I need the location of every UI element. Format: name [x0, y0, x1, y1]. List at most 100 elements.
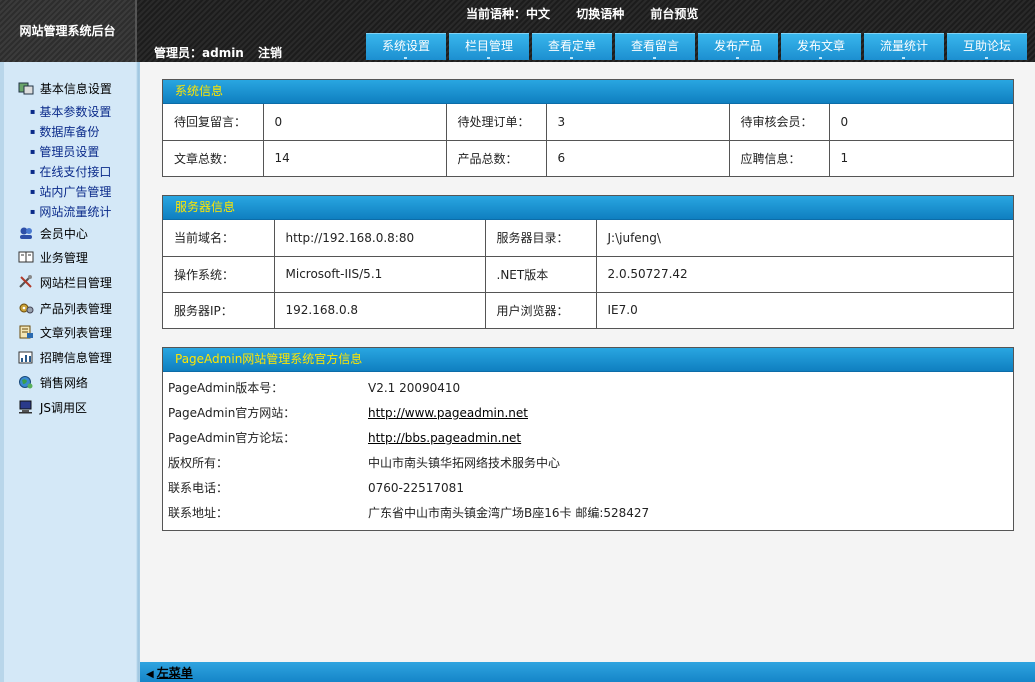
chart-icon: [18, 349, 34, 364]
language-bar: 当前语种：中文 切换语种 前台预览: [466, 5, 708, 22]
tab-column-management[interactable]: 栏目管理: [449, 33, 529, 60]
tab-system-settings[interactable]: 系统设置: [366, 33, 446, 60]
table-cell-value: Microsoft-IIS/5.1: [273, 255, 486, 293]
official-forum-link[interactable]: http://bbs.pageadmin.net: [368, 426, 521, 451]
sidebar-item-label: JS调用区: [39, 401, 87, 415]
table-row: 当前域名： http://192.168.0.8:80 服务器目录： J:\ju…: [163, 220, 1013, 257]
sidebar-item-label: 业务管理: [39, 251, 88, 265]
document-icon: [18, 324, 34, 339]
system-info-panel: 系统信息 待回复留言： 0 待处理订单： 3 待审核会员： 0 文章总数： 14…: [162, 79, 1014, 177]
globe-icon: [18, 374, 34, 389]
table-cell-label: 文章总数：: [163, 139, 264, 176]
book-icon: [18, 249, 34, 263]
tools-icon: [18, 274, 34, 288]
sidebar-item-js-calls[interactable]: JS调用区: [18, 397, 87, 419]
table-cell-label: 当前域名：: [163, 220, 275, 257]
table-cell-value: 1: [828, 139, 1013, 176]
bottom-bar: ◀ 左菜单: [140, 662, 1035, 682]
tab-publish-article[interactable]: 发布文章: [781, 33, 861, 60]
table-cell-value: 2.0.50727.42: [595, 255, 1013, 293]
sidebar-subitem-ads[interactable]: 站内广告管理: [30, 182, 111, 202]
list-item: 联系地址： 广东省中山市南头镇金湾广场B座16卡 邮编:528427: [168, 501, 1013, 526]
panel-title: 系统信息: [163, 80, 1013, 104]
table-cell-value: 6: [545, 139, 730, 176]
sidebar-subitem-basic-params[interactable]: 基本参数设置: [30, 102, 111, 122]
sidebar-item-label: 产品列表管理: [39, 302, 112, 316]
sidebar-subitem-payment[interactable]: 在线支付接口: [30, 162, 111, 182]
sidebar-item-label: 销售网络: [39, 376, 88, 390]
info-value: V2.1 20090410: [368, 381, 461, 395]
official-info-list: PageAdmin版本号： V2.1 20090410 PageAdmin官方网…: [163, 372, 1013, 526]
tab-traffic-stats[interactable]: 流量统计: [864, 33, 944, 60]
sidebar-item-basic-settings[interactable]: 基本信息设置: [18, 78, 112, 100]
sidebar-item-business[interactable]: 业务管理: [18, 247, 88, 269]
frontend-preview-link[interactable]: 前台预览: [650, 7, 698, 21]
toggle-left-menu-button[interactable]: ◀ 左菜单: [146, 664, 193, 681]
table-cell-label: 服务器目录：: [484, 220, 597, 257]
tab-forum[interactable]: 互助论坛: [947, 33, 1027, 60]
table-cell-value: 192.168.0.8: [273, 291, 486, 328]
switch-language-link[interactable]: 切换语种: [576, 7, 624, 21]
info-label: PageAdmin官方网站：: [168, 406, 296, 420]
sidebar-item-label: 招聘信息管理: [39, 351, 112, 365]
current-language-label: 当前语种：中文: [466, 7, 551, 21]
sidebar: 基本信息设置 基本参数设置 数据库备份 管理员设置 在线支付接口 站内广告管理 …: [0, 62, 140, 682]
table-row: 服务器IP： 192.168.0.8 用户浏览器： IE7.0: [163, 291, 1013, 328]
list-item: 联系电话： 0760-22517081: [168, 476, 1013, 501]
table-cell-value: 0: [828, 104, 1013, 141]
sidebar-item-label: 文章列表管理: [39, 326, 112, 340]
info-label: 联系地址：: [168, 506, 229, 520]
top-nav: 系统设置 栏目管理 查看定单 查看留言 发布产品 发布文章 流量统计 互助论坛: [366, 33, 1030, 60]
list-item: PageAdmin版本号： V2.1 20090410: [168, 376, 1013, 401]
table-cell-label: 待回复留言：: [163, 104, 264, 141]
info-label: 版权所有：: [168, 456, 229, 470]
list-item: PageAdmin官方论坛： http://bbs.pageadmin.net: [168, 426, 1013, 451]
list-item: PageAdmin官方网站： http://www.pageadmin.net: [168, 401, 1013, 426]
table-row: 操作系统： Microsoft-IIS/5.1 .NET版本 2.0.50727…: [163, 255, 1013, 293]
triangle-left-icon: ◀: [146, 669, 154, 680]
table-cell-label: 待处理订单：: [445, 104, 547, 141]
table-cell-label: .NET版本: [484, 255, 597, 293]
logout-link[interactable]: 注销: [258, 46, 282, 60]
tab-publish-product[interactable]: 发布产品: [698, 33, 778, 60]
table-cell-value: 14: [262, 139, 447, 176]
info-label: PageAdmin官方论坛：: [168, 431, 296, 445]
main-content: 系统信息 待回复留言： 0 待处理订单： 3 待审核会员： 0 文章总数： 14…: [140, 62, 1035, 662]
admin-info: 管理员：admin 注销: [154, 44, 282, 61]
tab-view-messages[interactable]: 查看留言: [615, 33, 695, 60]
sidebar-item-label: 网站栏目管理: [39, 276, 112, 290]
sidebar-item-site-columns[interactable]: 网站栏目管理: [18, 272, 112, 294]
official-site-link[interactable]: http://www.pageadmin.net: [368, 401, 528, 426]
table-cell-value: 3: [545, 104, 730, 141]
table-cell-value: http://192.168.0.8:80: [273, 220, 486, 257]
system-info-table: 待回复留言： 0 待处理订单： 3 待审核会员： 0 文章总数： 14 产品总数…: [163, 104, 1013, 176]
gear-icon: [18, 300, 34, 314]
sidebar-item-sales-network[interactable]: 销售网络: [18, 372, 88, 394]
members-icon: [18, 225, 34, 239]
sidebar-item-article-list[interactable]: 文章列表管理: [18, 322, 112, 344]
sidebar-subitem-db-backup[interactable]: 数据库备份: [30, 122, 99, 142]
table-cell-value: 0: [262, 104, 447, 141]
sidebar-item-product-list[interactable]: 产品列表管理: [18, 298, 112, 320]
settings-icon: [18, 80, 34, 95]
table-cell-label: 待审核会员：: [728, 104, 830, 141]
info-label: 联系电话：: [168, 481, 229, 495]
list-item: 版权所有： 中山市南头镇华拓网络技术服务中心: [168, 451, 1013, 476]
sidebar-item-recruitment[interactable]: 招聘信息管理: [18, 347, 112, 369]
table-row: 文章总数： 14 产品总数： 6 应聘信息： 1: [163, 139, 1013, 176]
brand-title: 网站管理系统后台: [0, 0, 137, 62]
admin-label: 管理员：admin: [154, 46, 244, 60]
table-cell-label: 应聘信息：: [728, 139, 830, 176]
sidebar-item-members[interactable]: 会员中心: [18, 223, 88, 245]
info-value: 0760-22517081: [368, 481, 464, 495]
sidebar-subitem-admin-settings[interactable]: 管理员设置: [30, 142, 99, 162]
info-label: PageAdmin版本号：: [168, 381, 284, 395]
official-info-panel: PageAdmin网站管理系统官方信息 PageAdmin版本号： V2.1 2…: [162, 347, 1014, 531]
tab-view-orders[interactable]: 查看定单: [532, 33, 612, 60]
table-cell-value: IE7.0: [595, 291, 1013, 328]
server-info-panel: 服务器信息 当前域名： http://192.168.0.8:80 服务器目录：…: [162, 195, 1014, 329]
panel-title: 服务器信息: [163, 196, 1013, 220]
sidebar-subitem-traffic[interactable]: 网站流量统计: [30, 202, 111, 222]
table-cell-label: 服务器IP：: [163, 291, 275, 328]
table-cell-label: 操作系统：: [163, 255, 275, 293]
